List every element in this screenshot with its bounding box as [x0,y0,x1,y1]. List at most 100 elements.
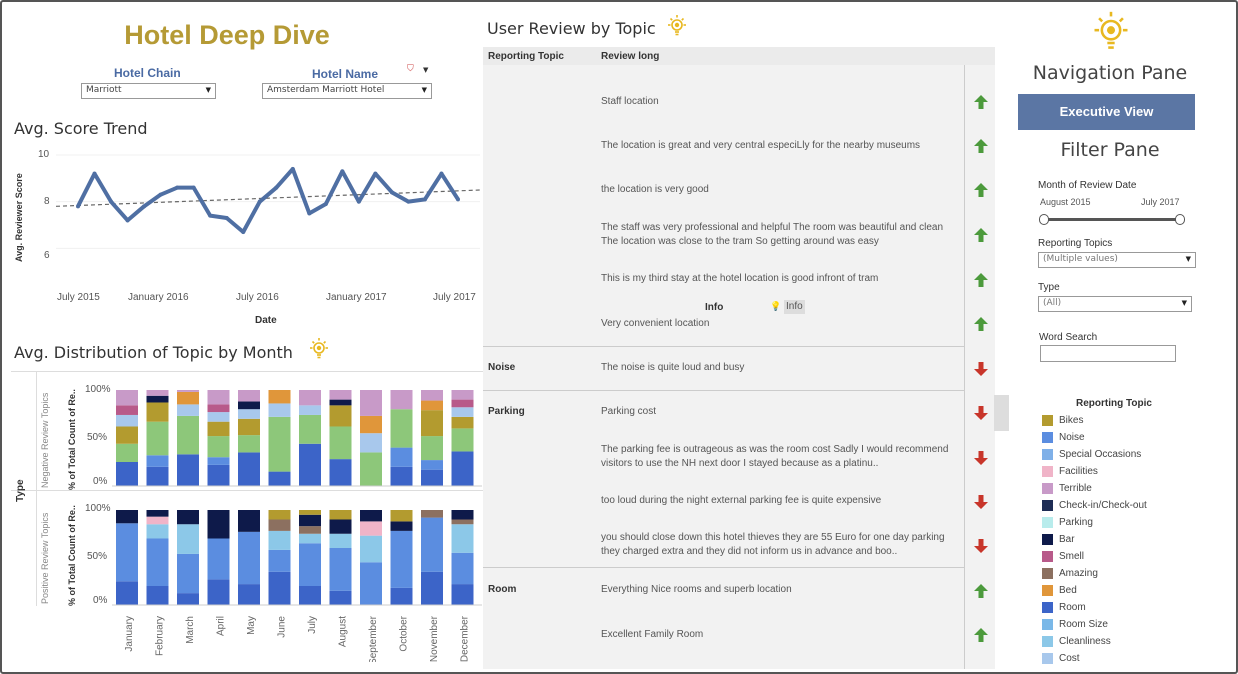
lightbulb-icon[interactable] [308,337,330,365]
review-text[interactable]: Everything Nice rooms and superb locatio… [601,583,961,597]
review-text[interactable]: Very convenient location [601,317,961,331]
stacked-bar-segment [329,426,352,460]
slider-end-handle[interactable] [1175,214,1185,225]
stacked-bar-segment [360,390,382,416]
legend-label: Special Occasions [1059,449,1142,460]
legend-label: Bar [1059,534,1075,545]
legend-swatch [1042,534,1053,545]
executive-view-button[interactable]: Executive View [1018,94,1195,130]
stacked-bar-segment [360,415,382,434]
legend-item[interactable]: Check-in/Check-out [1042,497,1147,514]
trend-x-axis-label: Date [255,315,277,326]
review-text[interactable]: Staff location [601,95,961,109]
legend-label: Parking [1059,517,1093,528]
stacked-bar-segment [268,549,291,572]
chevron-down-icon: ▼ [421,86,427,94]
review-text[interactable]: too loud during the night external parki… [601,494,961,508]
stacked-bar-segment [268,510,291,520]
review-text[interactable]: The noise is quite loud and busy [601,361,961,375]
legend-item[interactable]: Bar [1042,531,1147,548]
clear-filter-icon[interactable]: ⛉ [407,64,414,74]
review-text[interactable]: The staff was very professional and help… [601,221,961,249]
score-point [257,199,262,204]
review-text[interactable]: the location is very good [601,183,961,197]
month-tick-label: July [307,616,318,634]
stacked-bar-segment [451,428,474,452]
trend-xtick: January 2017 [326,292,387,303]
score-point [76,204,80,209]
review-text[interactable]: you should close down this hotel thieves… [601,531,961,559]
stacked-bar-segment [177,510,199,525]
hotel-name-dropdown[interactable]: Amsterdam Marriott Hotel ▼ [262,83,432,99]
legend-item[interactable]: Amazing [1042,565,1147,582]
score-trend-chart[interactable] [56,145,480,275]
stacked-bar-segment [421,517,443,572]
tooltip-value[interactable]: Info [784,300,805,314]
legend-item[interactable]: Room Size [1042,616,1147,633]
legend-item[interactable]: Cost [1042,650,1147,667]
legend-label: Bed [1059,585,1077,596]
slider-start-handle[interactable] [1039,214,1049,225]
legend-item[interactable]: Terrible [1042,480,1147,497]
hotel-chain-dropdown[interactable]: Marriott ▼ [81,83,216,99]
review-text[interactable]: The location is great and very central e… [601,139,961,153]
lightbulb-icon[interactable] [1090,10,1132,58]
legend-item[interactable]: Room [1042,599,1147,616]
legend-swatch [1042,585,1053,596]
legend-item[interactable]: Facilities [1042,463,1147,480]
stacked-bar-segment [207,421,230,437]
stacked-bar-segment [177,553,199,594]
arrow-up-icon [973,272,989,292]
stacked-bar-segment [451,510,474,520]
score-point [241,230,246,234]
stacked-bar-segment [329,405,352,427]
tooltip-label: Info [705,302,724,313]
review-text[interactable]: This is my third stay at the hotel locat… [601,272,961,286]
arrow-down-icon [973,405,989,425]
month-tick-label: October [399,615,410,651]
stacked-bar-segment [299,514,321,527]
stacked-bar-segment [238,435,260,453]
legend-item[interactable]: Parking [1042,514,1147,531]
score-point [456,197,460,202]
trend-y-axis-label: Avg. Reviewer Score [14,173,24,262]
word-search-input[interactable] [1040,345,1176,362]
lightbulb-icon[interactable] [666,14,688,42]
scrollbar-thumb[interactable] [994,395,1009,431]
stacked-bar-segment [116,523,138,582]
stacked-bar-segment [116,414,138,427]
score-point [406,199,411,204]
filter-menu-icon[interactable]: ▼ [423,66,428,74]
pos-ytick: 0% [93,595,108,606]
legend-item[interactable]: Noise [1042,429,1147,446]
stacked-bar-segment [390,409,413,448]
legend-item[interactable]: Bikes [1042,412,1147,429]
review-text[interactable]: Excellent Family Room [601,628,961,642]
dashboard-title: Hotel Deep Dive [124,20,330,50]
stacked-bar-segment [299,390,321,406]
filter-pane-title: Filter Pane [1060,139,1160,161]
stacked-bar-segment [360,452,382,486]
legend-item[interactable]: Special Occasions [1042,446,1147,463]
topics-dropdown[interactable]: (Multiple values) ▼ [1038,252,1196,268]
navigation-pane-title: Navigation Pane [1032,62,1188,84]
type-dropdown[interactable]: (All) ▼ [1038,296,1192,312]
type-value: (All) [1043,298,1062,308]
stacked-bar-segment [207,510,230,539]
word-search-label: Word Search [1039,332,1098,343]
score-point [208,213,213,218]
topic-distribution-chart[interactable]: January February March April May June July Augu… [112,380,482,662]
review-text[interactable]: Parking cost [601,405,961,419]
review-text[interactable]: The parking fee is outrageous as was the… [601,443,961,471]
neg-ytick: 100% [85,384,111,395]
stacked-bar-segment [329,390,352,400]
legend-item[interactable]: Smell [1042,548,1147,565]
legend-item[interactable]: Bed [1042,582,1147,599]
stacked-bar-segment [146,510,169,517]
legend-item[interactable]: Cleanliness [1042,633,1147,650]
hotel-chain-value: Marriott [86,85,122,95]
month-range-slider[interactable] [1044,218,1181,221]
arrow-down-icon [973,450,989,470]
score-point [422,197,427,202]
arrow-down-icon [973,538,989,558]
